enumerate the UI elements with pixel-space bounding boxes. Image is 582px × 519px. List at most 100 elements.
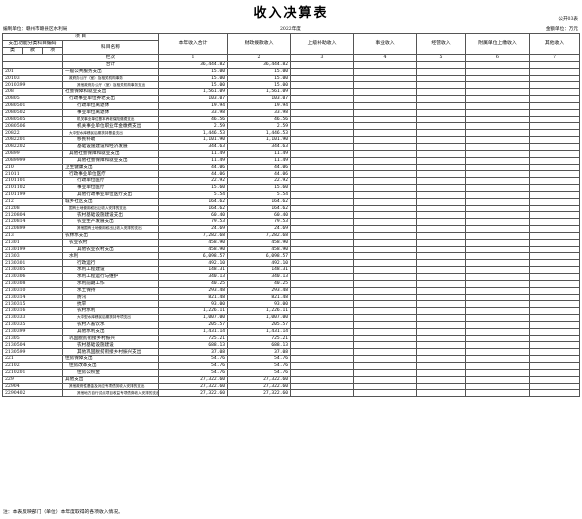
- empty-cell: [529, 190, 580, 199]
- empty-cell: [465, 197, 530, 206]
- subject-code: 21305: [2, 334, 63, 343]
- subject-code: 20103: [2, 74, 63, 83]
- subject-code: 2130199: [2, 245, 63, 254]
- empty-cell: [529, 184, 580, 192]
- subject-name: 住房公积金: [62, 368, 159, 377]
- empty-cell: [416, 238, 466, 247]
- empty-cell: [353, 81, 417, 90]
- empty-cell: [290, 122, 354, 131]
- empty-cell: [353, 60, 417, 69]
- total-income-value: 15.60: [158, 184, 228, 192]
- empty-cell: [529, 211, 580, 220]
- subject-code: 2130599: [2, 348, 63, 357]
- fiscal-income-value: 492.10: [227, 259, 291, 268]
- fiscal-income-value: 11.49: [227, 156, 291, 165]
- table-row: 20899 其他社会保障和就业支出 11.49 11.49: [2, 149, 580, 158]
- fiscal-income-value: 22.92: [227, 177, 291, 186]
- fiscal-income-value: 164.62: [227, 197, 291, 206]
- subject-code: 2089999: [2, 156, 63, 165]
- empty-cell: [529, 163, 580, 172]
- subject-code: 2130301: [2, 259, 63, 268]
- total-income-value: 15.00: [158, 67, 228, 76]
- subject-name: 其他巩固脱贫衔接乡村振兴支出: [62, 348, 159, 357]
- col-number: 4: [353, 54, 417, 62]
- fiscal-income-value: 93.00: [227, 300, 291, 309]
- subject-name: 其他社会保障和就业支出: [62, 149, 159, 158]
- empty-cell: [353, 197, 417, 206]
- subject-name: 农村水利: [62, 307, 159, 316]
- total-income-value: 688.13: [158, 341, 228, 350]
- empty-cell: [529, 136, 580, 144]
- empty-cell: [529, 122, 580, 131]
- empty-cell: [353, 348, 417, 357]
- empty-cell: [353, 190, 417, 199]
- empty-cell: [416, 355, 466, 363]
- fiscal-income-value: 725.21: [227, 334, 291, 343]
- table-row: 2080502 事业单位离退休 33.98 33.98: [2, 108, 580, 117]
- empty-cell: [465, 190, 530, 199]
- empty-cell: [529, 149, 580, 158]
- total-income-value: 7,282.68: [158, 231, 228, 240]
- total-income-value: 22.92: [158, 177, 228, 186]
- empty-cell: [529, 129, 580, 138]
- fiscal-income-value: 164.62: [227, 204, 291, 213]
- total-income-value: 340.13: [158, 273, 228, 281]
- col-header-other: 其他收入: [529, 33, 580, 55]
- total-income-value: 1,561.09: [158, 88, 228, 97]
- subject-code: 22904: [2, 382, 63, 391]
- empty-cell: [353, 129, 417, 138]
- empty-cell: [416, 136, 466, 144]
- subject-name: 防汛: [62, 293, 159, 302]
- table-row: 20103 政府办公厅（室）及相关机构事务 15.00 15.00: [2, 74, 580, 83]
- footnote: 注：本表反映部门（单位）本年度取得的各项收入情况。: [3, 510, 123, 515]
- empty-cell: [529, 156, 580, 165]
- empty-cell: [465, 163, 530, 172]
- empty-cell: [416, 211, 466, 220]
- subject-name: 农村人畜饮水: [62, 320, 159, 329]
- col-header-total: 本年收入合计: [158, 33, 228, 55]
- subject-code: 229: [2, 375, 63, 384]
- total-income-value: 344.63: [158, 142, 228, 151]
- total-income-value: 458.90: [158, 245, 228, 254]
- empty-cell: [290, 142, 354, 151]
- empty-cell: [353, 238, 417, 247]
- empty-cell: [416, 88, 466, 97]
- fiscal-income-value: 340.13: [227, 273, 291, 281]
- total-income-value: 6,098.57: [158, 252, 228, 261]
- empty-cell: [416, 170, 466, 179]
- empty-cell: [465, 74, 530, 83]
- fiscal-income-value: 1,446.53: [227, 129, 291, 138]
- fiscal-income-value: 103.07: [227, 95, 291, 103]
- table-row: 2101199 其他行政事业单位医疗支出 5.54 5.54: [2, 190, 580, 199]
- empty-cell: [529, 300, 580, 309]
- table-row: 2082201 移民补助 1,101.90 1,101.90: [2, 136, 580, 144]
- empty-cell: [529, 361, 580, 370]
- empty-cell: [290, 67, 354, 76]
- col-header-fiscal: 财政拨款收入: [227, 33, 291, 55]
- empty-cell: [353, 170, 417, 179]
- table-row: 2120899 其他国有土地使用权出让收入安排的支出 24.69 24.69: [2, 225, 580, 233]
- empty-cell: [290, 136, 354, 144]
- empty-cell: [465, 273, 530, 281]
- fiscal-income-value: 27,322.60: [227, 382, 291, 391]
- empty-cell: [416, 225, 466, 233]
- table-row: 2130308 水利前期工作 40.25 40.25: [2, 279, 580, 288]
- empty-cell: [416, 115, 466, 124]
- empty-cell: [465, 142, 530, 151]
- empty-cell: [290, 211, 354, 220]
- col-header-affiliated: 附属单位上缴收入: [465, 33, 530, 55]
- subject-name: 机关事业单位基本养老保险缴费支出: [62, 115, 159, 124]
- subject-code: 2120899: [2, 225, 63, 233]
- empty-cell: [529, 334, 580, 343]
- table-row: 2130316 农村水利 1,226.11 1,226.11: [2, 307, 580, 316]
- empty-cell: [529, 197, 580, 206]
- subject-code: 2082202: [2, 142, 63, 151]
- table-row: 21301 农业农村 458.90 458.90: [2, 238, 580, 247]
- fiscal-income-value: 37.08: [227, 348, 291, 357]
- subject-code: 21303: [2, 252, 63, 261]
- subject-name: 巩固脱贫衔接乡村振兴: [62, 334, 159, 343]
- total-income-value: 164.62: [158, 197, 228, 206]
- empty-cell: [290, 88, 354, 97]
- table-row: 2089999 其他社会保障和就业支出 11.49 11.49: [2, 156, 580, 165]
- empty-cell: [353, 67, 417, 76]
